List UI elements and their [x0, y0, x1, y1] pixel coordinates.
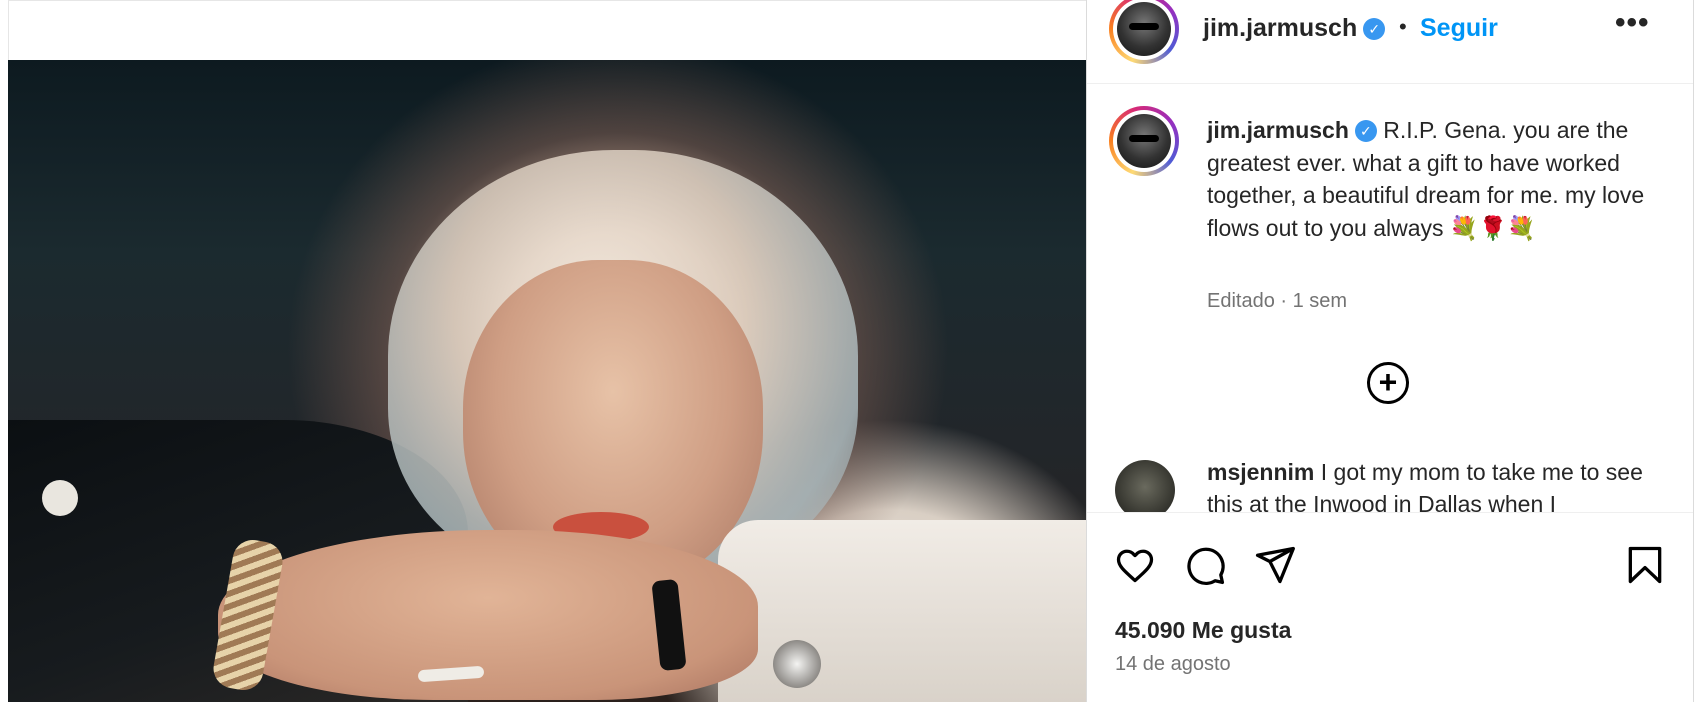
- caption-meta: Editado · 1 sem: [1207, 290, 1348, 312]
- photo-white-sleeve: [718, 520, 1086, 702]
- bookmark-icon[interactable]: [1623, 543, 1667, 587]
- post-photo[interactable]: [8, 60, 1086, 702]
- author-avatar[interactable]: [1109, 0, 1179, 64]
- share-icon[interactable]: [1253, 543, 1297, 587]
- commenter-avatar[interactable]: [1115, 460, 1175, 520]
- post-side-panel: jim.jarmusch ✓ • Seguir ••• jim.jarmusch ✓…: [1086, 0, 1694, 702]
- instagram-post-page: jim.jarmusch ✓ • Seguir ••• jim.jarmusch ✓…: [0, 0, 1694, 702]
- post-media-area: [0, 0, 1086, 702]
- comment-icon[interactable]: [1183, 543, 1227, 587]
- post-header: jim.jarmusch ✓ • Seguir •••: [1087, 0, 1693, 84]
- verified-badge-icon: ✓: [1363, 18, 1386, 40]
- photo-cuff-button-right: [773, 640, 821, 688]
- caption-author-avatar[interactable]: [1109, 106, 1179, 176]
- author-username[interactable]: jim.jarmusch ✓: [1203, 14, 1386, 43]
- comment-username[interactable]: msjennim: [1207, 459, 1314, 485]
- author-username-text[interactable]: jim.jarmusch: [1203, 14, 1357, 42]
- comment-item: msjennim I got my mom to take me to see …: [1207, 456, 1667, 512]
- load-more-comments-icon[interactable]: +: [1367, 362, 1409, 404]
- post-date[interactable]: 14 de agosto: [1115, 653, 1231, 676]
- caption-verified-badge-icon: ✓: [1354, 120, 1377, 142]
- comment-list: msjennim I got my mom to take me to see …: [1207, 456, 1667, 512]
- header-separator: •: [1399, 14, 1407, 39]
- follow-button[interactable]: Seguir: [1420, 14, 1498, 43]
- post-actions-bar: 45.090 Me gusta 14 de agosto: [1087, 512, 1693, 702]
- heart-icon[interactable]: [1113, 543, 1157, 587]
- caption-username[interactable]: jim.jarmusch: [1207, 117, 1349, 143]
- likes-count[interactable]: 45.090 Me gusta: [1115, 617, 1291, 644]
- photo-cuff-button-left: [42, 480, 78, 516]
- media-top-bar: [8, 0, 1086, 60]
- more-options-icon[interactable]: •••: [1615, 6, 1650, 40]
- post-caption: jim.jarmusch ✓ R.I.P. Gena. you are the g…: [1207, 114, 1647, 244]
